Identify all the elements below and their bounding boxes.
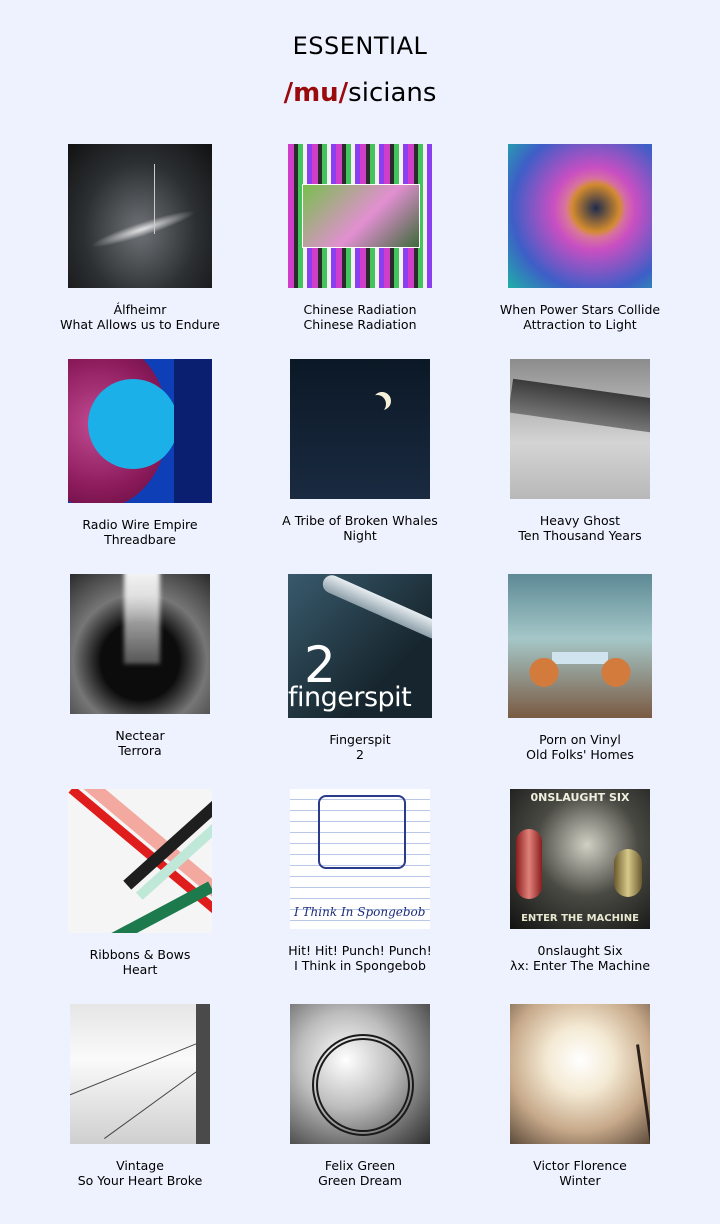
- album-cover[interactable]: 2 fingerspit: [288, 574, 432, 718]
- board-suffix: sicians: [348, 78, 437, 108]
- album-item[interactable]: Ribbons & Bows Heart: [35, 785, 245, 1000]
- moon-icon: [368, 395, 386, 413]
- album-item[interactable]: A Tribe of Broken Whales Night: [255, 355, 465, 570]
- album-cover[interactable]: [70, 1004, 210, 1144]
- album-title: λx: Enter The Machine: [509, 958, 651, 973]
- album-item[interactable]: Álfheimr What Allows us to Endure: [35, 140, 245, 355]
- cover-footer: ENTER THE MACHINE: [521, 913, 639, 924]
- album-title: So Your Heart Broke: [77, 1173, 203, 1188]
- album-title: I Think in Spongebob: [294, 958, 426, 973]
- album-row: Nectear Terrora 2 fingerspit Fingerspit 2 …: [35, 570, 685, 785]
- album-cover[interactable]: [68, 144, 212, 288]
- album-cover[interactable]: [510, 1004, 650, 1144]
- album-title: Terrora: [118, 743, 162, 758]
- album-item[interactable]: Nectear Terrora: [35, 570, 245, 785]
- album-row: Álfheimr What Allows us to Endure Chinese…: [35, 140, 685, 355]
- album-row: Vintage So Your Heart Broke Felix Green Gr…: [35, 1000, 685, 1215]
- album-cover[interactable]: [508, 574, 652, 718]
- album-item[interactable]: Victor Florence Winter: [475, 1000, 685, 1215]
- page-subtitle: /mu/sicians: [0, 78, 720, 108]
- artist-name: A Tribe of Broken Whales: [282, 513, 438, 528]
- album-item[interactable]: Felix Green Green Dream: [255, 1000, 465, 1215]
- wrench-icon: [319, 574, 432, 642]
- artist-name: Felix Green: [324, 1158, 396, 1173]
- page-title: ESSENTIAL: [292, 32, 428, 60]
- artist-name: Victor Florence: [533, 1158, 627, 1173]
- album-cover[interactable]: I Think In Spongebob: [290, 789, 430, 929]
- album-cover[interactable]: [508, 144, 652, 288]
- artist-name: Fingerspit: [329, 732, 391, 747]
- album-item[interactable]: Vintage So Your Heart Broke: [35, 1000, 245, 1215]
- album-row: Radio Wire Empire Threadbare A Tribe of B…: [35, 355, 685, 570]
- artist-name: When Power Stars Collide: [499, 302, 661, 317]
- artist-name: Ribbons & Bows: [89, 947, 191, 962]
- album-title: Night: [343, 528, 377, 543]
- album-cover[interactable]: [70, 574, 210, 714]
- album-cover[interactable]: [68, 359, 212, 503]
- album-cover[interactable]: 0NSLAUGHT SIX ENTER THE MACHINE: [510, 789, 650, 929]
- artist-name: Vintage: [116, 1158, 164, 1173]
- cover-heading: 0NSLAUGHT SIX: [530, 791, 630, 804]
- artist-name: Hit! Hit! Punch! Punch!: [288, 943, 432, 958]
- album-title: Ten Thousand Years: [518, 528, 642, 543]
- spongebob-doodle-icon: [318, 795, 406, 869]
- album-title: 2: [356, 747, 364, 762]
- album-item[interactable]: I Think In Spongebob Hit! Hit! Punch! Pu…: [255, 785, 465, 1000]
- album-cover[interactable]: [290, 359, 430, 499]
- album-title: Old Folks' Homes: [526, 747, 634, 762]
- album-title: Threadbare: [104, 532, 176, 547]
- album-item[interactable]: 2 fingerspit Fingerspit 2: [255, 570, 465, 785]
- album-item[interactable]: Chinese Radiation Chinese Radiation: [255, 140, 465, 355]
- album-title: Winter: [559, 1173, 601, 1188]
- album-item[interactable]: When Power Stars Collide Attraction to Li…: [475, 140, 685, 355]
- album-item[interactable]: 0NSLAUGHT SIX ENTER THE MACHINE 0nslaugh…: [475, 785, 685, 1000]
- artist-name: Álfheimr: [113, 302, 167, 317]
- album-item[interactable]: Heavy Ghost Ten Thousand Years: [475, 355, 685, 570]
- artist-name: 0nslaught Six: [537, 943, 623, 958]
- album-grid: Álfheimr What Allows us to Endure Chinese…: [35, 140, 685, 1215]
- album-title: Heart: [122, 962, 158, 977]
- album-cover[interactable]: [290, 1004, 430, 1144]
- album-item[interactable]: Radio Wire Empire Threadbare: [35, 355, 245, 570]
- album-title: Green Dream: [318, 1173, 402, 1188]
- artist-name: Nectear: [115, 728, 165, 743]
- album-title: What Allows us to Endure: [60, 317, 220, 332]
- artist-name: Porn on Vinyl: [539, 732, 621, 747]
- album-cover[interactable]: [68, 789, 212, 933]
- artist-name: Radio Wire Empire: [82, 517, 198, 532]
- album-item[interactable]: Porn on Vinyl Old Folks' Homes: [475, 570, 685, 785]
- cover-word: fingerspit: [288, 682, 412, 713]
- album-title: Chinese Radiation: [303, 317, 417, 332]
- artist-name: Heavy Ghost: [539, 513, 621, 528]
- album-cover[interactable]: [288, 144, 432, 288]
- album-cover[interactable]: [510, 359, 650, 499]
- board-name: /mu/: [283, 78, 349, 108]
- album-title: Attraction to Light: [523, 317, 637, 332]
- album-row: Ribbons & Bows Heart I Think In Spongebob…: [35, 785, 685, 1000]
- artist-name: Chinese Radiation: [303, 302, 417, 317]
- cover-text: I Think In Spongebob: [294, 905, 426, 919]
